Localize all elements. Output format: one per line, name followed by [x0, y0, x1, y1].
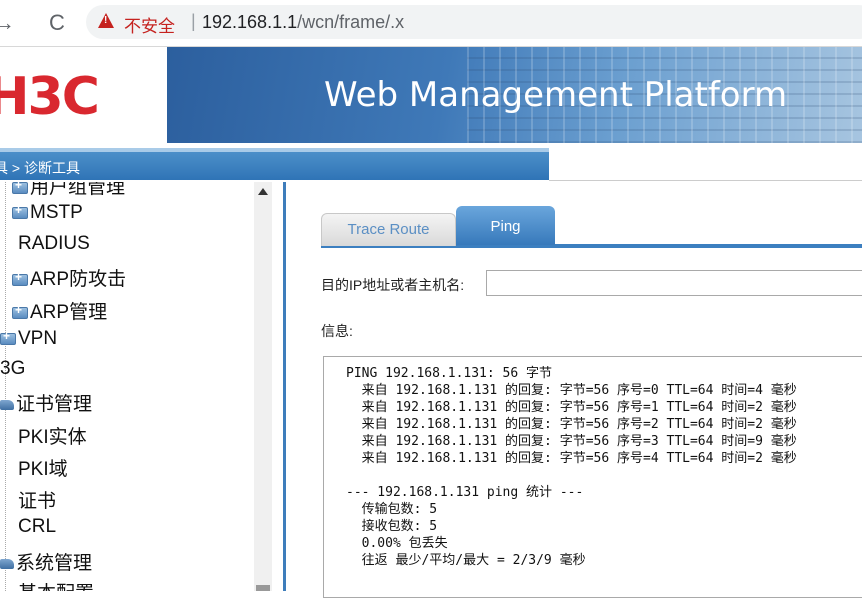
- sidebar-item-label: 证书管理: [16, 394, 93, 415]
- sidebar-item-label: 基本配置: [18, 583, 94, 591]
- sidebar-item[interactable]: ARP防攻击: [12, 264, 126, 291]
- h3c-logo: H3C: [0, 67, 100, 127]
- sidebar-item-label: 证书: [18, 491, 57, 512]
- sidebar-item-label: CRL: [18, 516, 57, 537]
- sidebar-item-label: PKI域: [18, 459, 68, 480]
- sidebar-item[interactable]: CRL: [18, 516, 56, 538]
- sidebar-item-label: ARP管理: [30, 302, 108, 323]
- reload-icon[interactable]: C: [43, 9, 71, 37]
- sidebar-item[interactable]: 基本配置: [18, 578, 94, 591]
- address-bar[interactable]: 不安全 | 192.168.1.1/wcn/frame/.x: [86, 5, 862, 39]
- tab-ping[interactable]: Ping: [456, 206, 555, 245]
- sidebar-scrollbar[interactable]: [254, 182, 272, 591]
- sidebar-item-label: PKI实体: [18, 427, 87, 448]
- app-header: H3C Web Management Platform: [0, 47, 862, 143]
- folder-open-icon[interactable]: [0, 558, 14, 569]
- expand-plus-icon[interactable]: [12, 270, 28, 286]
- ping-output-box[interactable]: PING 192.168.1.131: 56 字节 来自 192.168.1.1…: [323, 356, 862, 598]
- tab-bar: Trace Route Ping: [321, 206, 862, 248]
- tree-guide-line: [5, 182, 7, 591]
- sidebar-item[interactable]: PKI实体: [18, 422, 87, 449]
- sidebar-item-label: ARP防攻击: [30, 269, 127, 290]
- sidebar-tree: 用户组管理 MSTP RADIUS ARP防攻击 ARP管理 VPN 3G 证书管理 PKI实体…: [0, 182, 272, 591]
- sidebar-item[interactable]: 用户组管理: [12, 182, 125, 199]
- sidebar-item-label: 3G: [0, 358, 26, 379]
- url-path: /wcn/frame/.x: [297, 12, 405, 32]
- insecure-label[interactable]: 不安全: [124, 12, 175, 37]
- sidebar-item-label: 用户组管理: [30, 182, 126, 198]
- sidebar-item[interactable]: 证书: [18, 486, 56, 513]
- expand-plus-icon[interactable]: [12, 182, 28, 194]
- banner-title: Web Management Platform: [324, 75, 788, 115]
- tab-trace-route[interactable]: Trace Route: [321, 213, 456, 246]
- breadcrumb-text: 具 > 诊断工具: [0, 160, 80, 176]
- expand-plus-icon[interactable]: [12, 303, 28, 319]
- folder-open-icon[interactable]: [0, 399, 14, 410]
- sidebar-item[interactable]: 3G: [0, 358, 25, 380]
- breadcrumb: 具 > 诊断工具: [0, 148, 549, 180]
- scroll-thumb[interactable]: [256, 585, 270, 591]
- output-line: 来自 192.168.1.131 的回复: 字节=56 序号=4 TTL=64 …: [346, 451, 797, 466]
- sidebar-item-label: 系统管理: [16, 553, 93, 574]
- sidebar-item[interactable]: RADIUS: [18, 233, 90, 255]
- breadcrumb-spacer: [549, 152, 862, 181]
- main-content: Trace Route Ping 目的IP地址或者主机名: 信息: PING 1…: [288, 182, 862, 598]
- expand-plus-icon[interactable]: [12, 203, 28, 219]
- sidebar-item[interactable]: ARP管理: [12, 297, 107, 324]
- frame-divider[interactable]: [272, 182, 286, 591]
- expand-plus-icon[interactable]: [0, 329, 16, 345]
- sidebar-item[interactable]: 系统管理: [0, 548, 92, 575]
- sidebar-item[interactable]: VPN: [0, 328, 57, 350]
- warning-icon[interactable]: [98, 13, 114, 28]
- separator: |: [191, 11, 196, 31]
- url-host: 192.168.1.1: [202, 12, 298, 32]
- sidebar-item[interactable]: MSTP: [12, 202, 83, 224]
- sidebar-item-label: RADIUS: [18, 233, 90, 254]
- scroll-up-arrow-icon[interactable]: [258, 188, 268, 195]
- target-host-input[interactable]: [486, 270, 862, 296]
- sidebar-item-label: VPN: [18, 328, 58, 349]
- sidebar-item[interactable]: 证书管理: [0, 389, 92, 416]
- breadcrumb-bar: 具 > 诊断工具: [0, 148, 862, 182]
- target-host-label: 目的IP地址或者主机名:: [321, 277, 465, 293]
- output-line: 往返 最少/平均/最大 = 2/3/9 毫秒: [346, 553, 586, 568]
- banner: Web Management Platform: [167, 47, 862, 143]
- url-text[interactable]: 192.168.1.1/wcn/frame/.x: [202, 12, 404, 33]
- sidebar-item-label: MSTP: [30, 202, 83, 223]
- info-label: 信息:: [321, 323, 353, 339]
- sidebar-item[interactable]: PKI域: [18, 454, 68, 481]
- forward-icon[interactable]: →: [0, 9, 18, 37]
- browser-toolbar: → C 不安全 | 192.168.1.1/wcn/frame/.x: [0, 0, 862, 47]
